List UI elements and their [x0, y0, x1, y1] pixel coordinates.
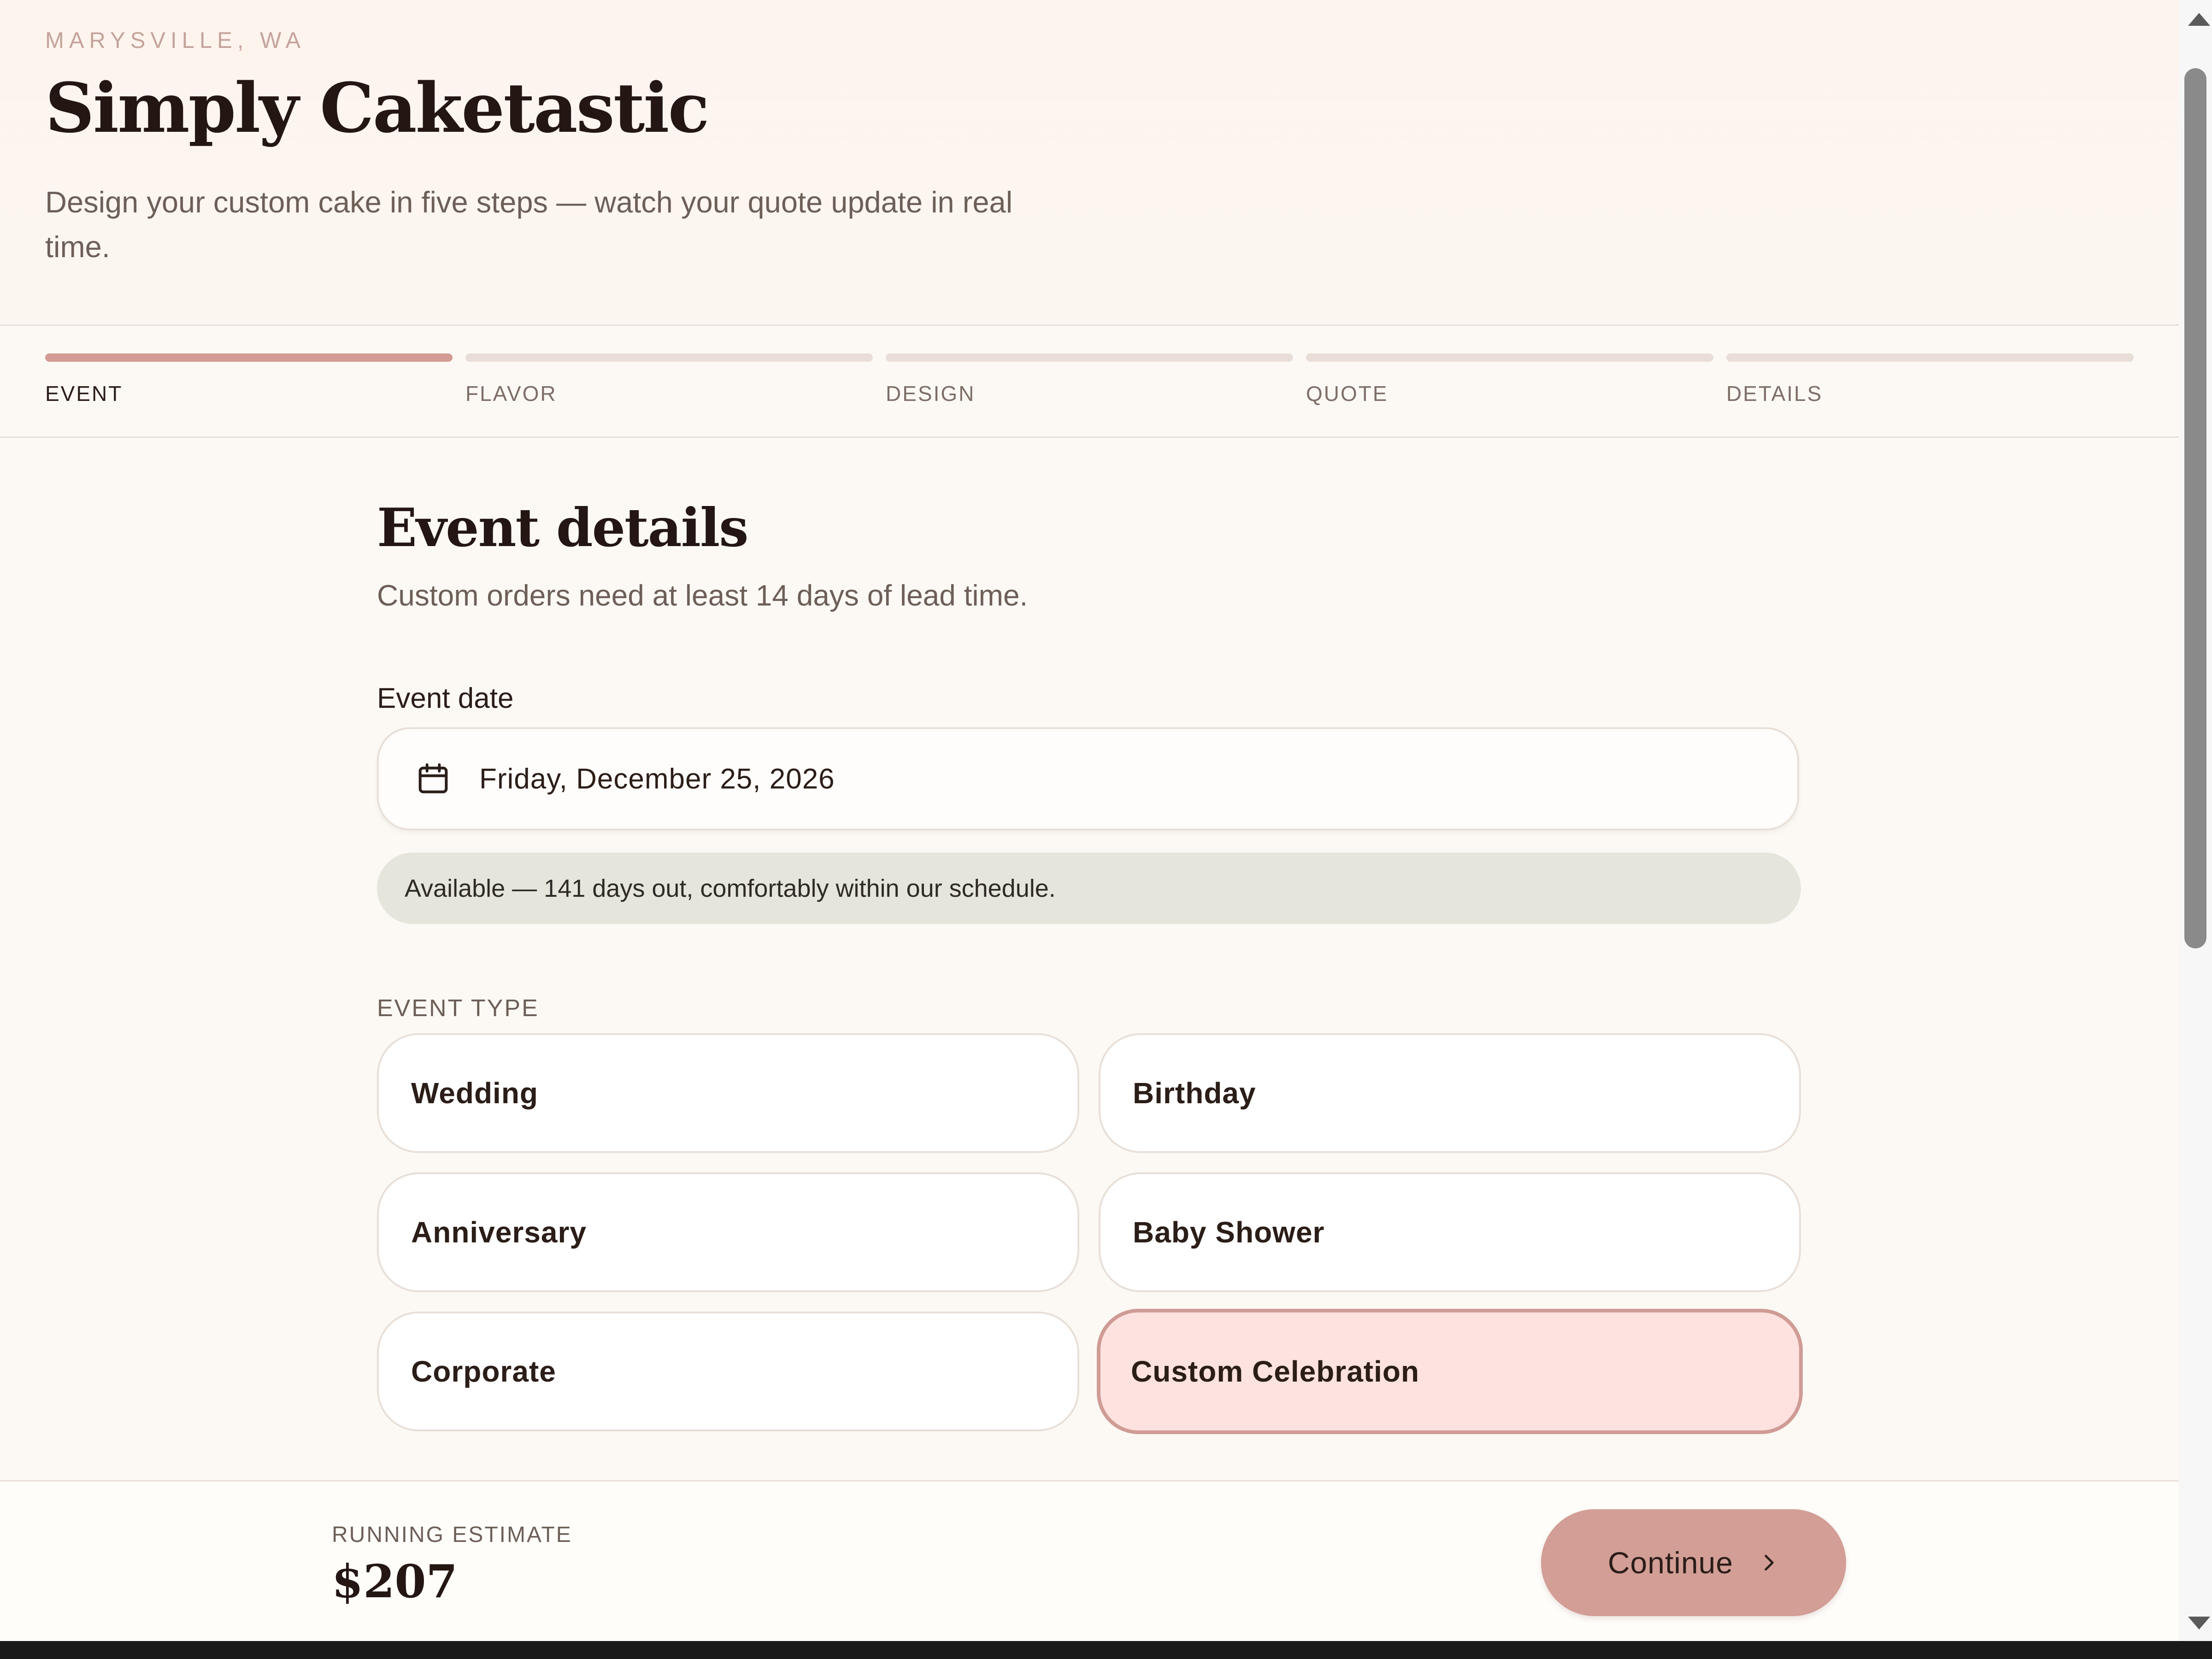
brand-title: Simply Caketastic: [45, 68, 710, 148]
section-title: Event details: [377, 497, 748, 559]
window-bottom-edge: [0, 1641, 2212, 1659]
event-date-label: Event date: [377, 682, 514, 714]
tagline: Design your custom cake in five steps — …: [45, 185, 1013, 264]
calendar-icon: [418, 763, 448, 794]
step-event[interactable]: EVENT: [45, 353, 453, 406]
step-bar: [886, 353, 1293, 362]
continue-label: Continue: [1607, 1546, 1734, 1580]
option-label: Baby Shower: [1133, 1216, 1325, 1249]
estimate-footer: RUNNING ESTIMATE $207 Continue: [0, 1480, 2179, 1641]
step-flavor[interactable]: FLAVOR: [465, 353, 873, 406]
step-label: DETAILS: [1726, 382, 1823, 406]
option-label: Anniversary: [411, 1216, 587, 1249]
event-type-wedding[interactable]: Wedding: [377, 1033, 1079, 1153]
option-label: Birthday: [1133, 1077, 1256, 1110]
scrollbar[interactable]: [2179, 0, 2212, 1641]
step-design[interactable]: DESIGN: [886, 353, 1293, 406]
event-type-corporate[interactable]: Corporate: [377, 1312, 1079, 1431]
scroll-down-arrow[interactable]: [2188, 1617, 2210, 1630]
option-label: Corporate: [411, 1355, 556, 1388]
event-form: Event details Custom orders need at leas…: [377, 493, 1803, 1434]
event-type-custom-celebration[interactable]: Custom Celebration: [1097, 1309, 1803, 1434]
event-date-input[interactable]: Friday, December 25, 2026: [377, 727, 1799, 830]
step-label: DESIGN: [886, 382, 976, 406]
option-label: Wedding: [411, 1077, 538, 1110]
section-subtitle: Custom orders need at least 14 days of l…: [377, 579, 1028, 612]
step-quote[interactable]: QUOTE: [1306, 353, 1713, 406]
location-label: MARYSVILLE, WA: [45, 28, 306, 53]
step-bar: [45, 353, 453, 362]
header: MARYSVILLE, WA Simply Caketastic Design …: [0, 0, 2179, 326]
step-label: EVENT: [45, 382, 123, 406]
event-type-anniversary[interactable]: Anniversary: [377, 1172, 1079, 1292]
availability-status: Available — 141 days out, comfortably wi…: [377, 853, 1801, 924]
event-type-birthday[interactable]: Birthday: [1099, 1033, 1801, 1153]
page: MARYSVILLE, WA Simply Caketastic Design …: [0, 0, 2179, 1641]
event-type-label: EVENT TYPE: [377, 995, 539, 1022]
estimate-value: $207: [332, 1555, 458, 1608]
step-label: QUOTE: [1306, 382, 1388, 406]
scrollbar-thumb[interactable]: [2184, 68, 2206, 948]
step-progress: EVENT FLAVOR DESIGN QUOTE DETAILS: [0, 326, 2179, 438]
option-label: Custom Celebration: [1131, 1355, 1420, 1388]
scroll-up-arrow[interactable]: [2188, 13, 2210, 26]
step-bar: [465, 353, 873, 362]
event-type-baby-shower[interactable]: Baby Shower: [1099, 1172, 1801, 1292]
chevron-right-icon: [1765, 1554, 1774, 1571]
step-label: FLAVOR: [465, 382, 557, 406]
estimate-label: RUNNING ESTIMATE: [332, 1523, 572, 1547]
event-date-value: Friday, December 25, 2026: [479, 763, 835, 795]
continue-button[interactable]: Continue: [1541, 1509, 1846, 1616]
step-details[interactable]: DETAILS: [1726, 353, 2134, 406]
step-bar: [1306, 353, 1713, 362]
step-bar: [1726, 353, 2134, 362]
